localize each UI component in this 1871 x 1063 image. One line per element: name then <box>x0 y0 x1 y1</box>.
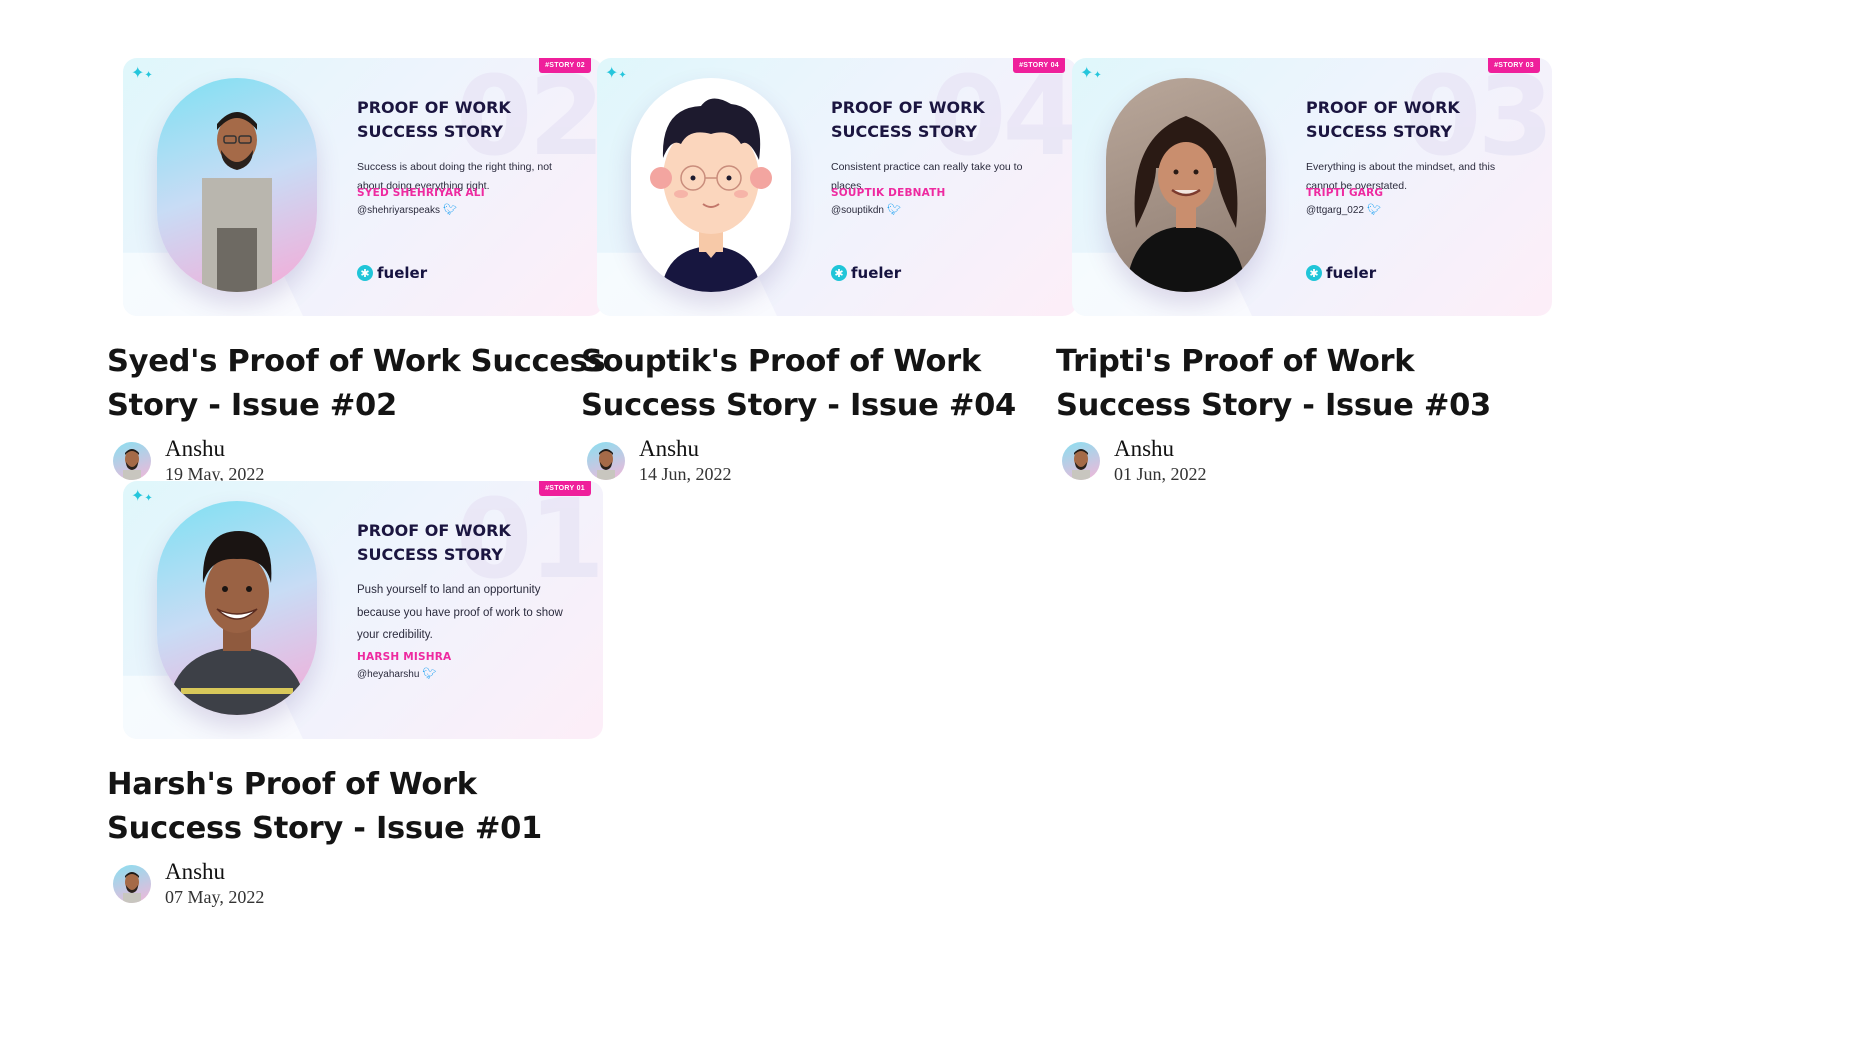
post-title[interactable]: Harsh's Proof of Work Success Story - Is… <box>107 763 607 851</box>
banner-handle: @heyaharshu 🐦︎ <box>357 668 437 680</box>
banner-person-name: TRIPTI GARG <box>1306 187 1384 199</box>
sparkle-icon: ✦✦ <box>605 65 627 82</box>
author-avatar <box>113 442 151 480</box>
person-photo <box>157 501 317 715</box>
post-date: 07 May, 2022 <box>165 887 265 907</box>
author-avatar <box>587 442 625 480</box>
person-photo <box>157 78 317 292</box>
banner-headline: PROOF OF WORK SUCCESS STORY <box>357 98 511 141</box>
post-banner-image[interactable]: 04 #STORY 04 ✦✦ PROOF OF WORK SUCCESS ST… <box>597 58 1077 316</box>
post-banner-image[interactable]: 01 #STORY 01 ✦✦ PROOF OF WORK SUCCESS ST… <box>123 481 603 739</box>
post-date: 01 Jun, 2022 <box>1114 464 1207 484</box>
story-tag: #STORY 01 <box>539 481 591 496</box>
fueler-logo: ✱ fueler <box>357 264 427 282</box>
author-name[interactable]: Anshu <box>165 859 264 885</box>
post-title[interactable]: Syed's Proof of Work Success Story - Iss… <box>107 340 607 428</box>
twitter-bird-icon: 🐦︎ <box>422 668 437 680</box>
post-card[interactable]: 03 #STORY 03 ✦✦ PROOF OF WORK SUCCESS ST… <box>1056 58 1556 486</box>
fueler-logo-icon: ✱ <box>1306 265 1322 281</box>
post-date: 14 Jun, 2022 <box>639 464 732 484</box>
author-avatar <box>1062 442 1100 480</box>
post-banner-image[interactable]: 02 #STORY 02 ✦✦ PROOF OF WORK SUCCESS ST… <box>123 58 603 316</box>
author-name[interactable]: Anshu <box>639 436 732 462</box>
banner-headline: PROOF OF WORK SUCCESS STORY <box>831 98 985 141</box>
sparkle-icon: ✦✦ <box>1080 65 1102 82</box>
banner-handle: @shehriyarspeaks 🐦︎ <box>357 204 457 216</box>
post-card[interactable]: 01 #STORY 01 ✦✦ PROOF OF WORK SUCCESS ST… <box>107 481 607 909</box>
twitter-bird-icon: 🐦︎ <box>886 204 901 216</box>
banner-headline: PROOF OF WORK SUCCESS STORY <box>357 521 511 564</box>
post-title[interactable]: Tripti's Proof of Work Success Story - I… <box>1056 340 1556 428</box>
author-name[interactable]: Anshu <box>165 436 264 462</box>
banner-headline: PROOF OF WORK SUCCESS STORY <box>1306 98 1460 141</box>
post-banner-image[interactable]: 03 #STORY 03 ✦✦ PROOF OF WORK SUCCESS ST… <box>1072 58 1552 316</box>
person-photo <box>1106 78 1266 292</box>
post-title[interactable]: Souptik's Proof of Work Success Story - … <box>581 340 1081 428</box>
twitter-bird-icon: 🐦︎ <box>1366 204 1381 216</box>
post-card[interactable]: 02 #STORY 02 ✦✦ PROOF OF WORK SUCCESS ST… <box>107 58 607 486</box>
banner-handle: @souptikdn 🐦︎ <box>831 204 901 216</box>
author-name[interactable]: Anshu <box>1114 436 1207 462</box>
post-meta: Anshu 01 Jun, 2022 <box>1056 436 1556 486</box>
fueler-logo: ✱ fueler <box>1306 264 1376 282</box>
fueler-logo-icon: ✱ <box>357 265 373 281</box>
banner-quote: Push yourself to land an opportunity bec… <box>357 584 563 641</box>
author-avatar <box>113 865 151 903</box>
banner-person-name: SOUPTIK DEBNATH <box>831 187 946 199</box>
banner-person-name: SYED SHEHRIYAR ALI <box>357 187 485 199</box>
post-meta: Anshu 19 May, 2022 <box>107 436 607 486</box>
person-illustration <box>631 78 791 292</box>
post-meta: Anshu 14 Jun, 2022 <box>581 436 1081 486</box>
banner-person-name: HARSH MISHRA <box>357 651 452 663</box>
sparkle-icon: ✦✦ <box>131 65 153 82</box>
post-meta: Anshu 07 May, 2022 <box>107 859 607 909</box>
sparkle-icon: ✦✦ <box>131 488 153 505</box>
fueler-logo-icon: ✱ <box>831 265 847 281</box>
banner-handle: @ttgarg_022 🐦︎ <box>1306 204 1381 216</box>
post-card[interactable]: 04 #STORY 04 ✦✦ PROOF OF WORK SUCCESS ST… <box>581 58 1081 486</box>
fueler-logo: ✱ fueler <box>831 264 901 282</box>
story-tag: #STORY 03 <box>1488 58 1540 73</box>
twitter-bird-icon: 🐦︎ <box>442 204 457 216</box>
